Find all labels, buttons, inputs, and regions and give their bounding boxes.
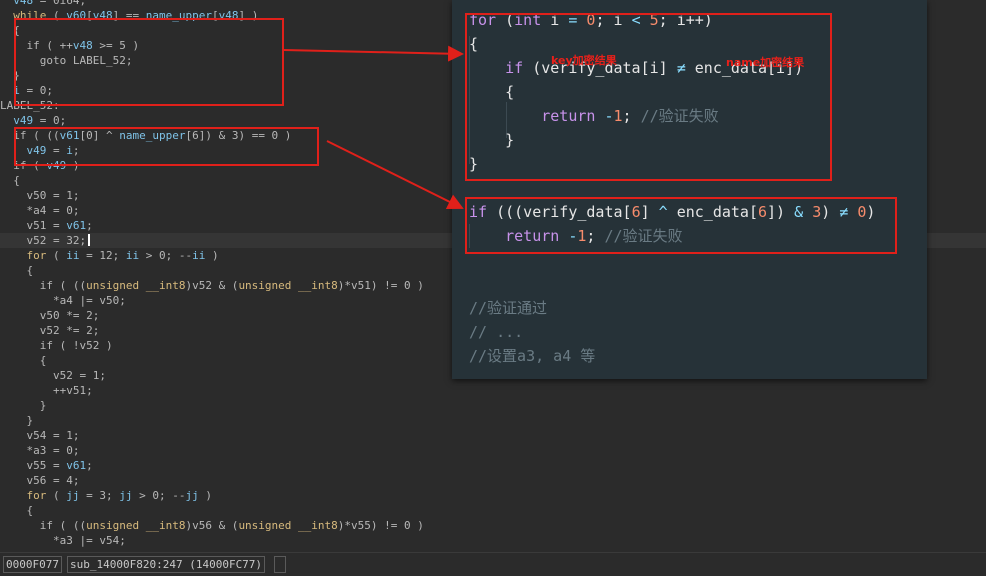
arrow-to-for-loop [283,45,464,62]
arrow-to-xor-check [326,140,464,209]
annotation-arrows [283,45,464,209]
